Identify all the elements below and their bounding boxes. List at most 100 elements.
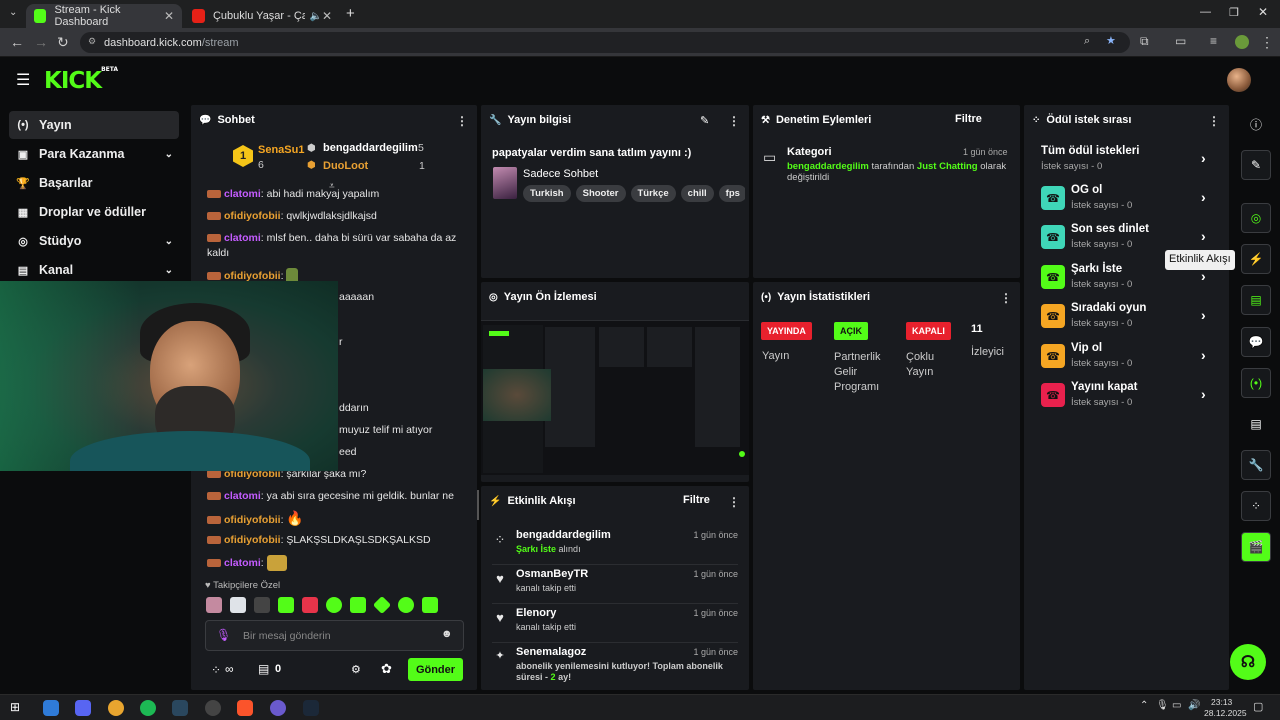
sidebar-item-basarilar[interactable]: 🏆 Başarılar <box>9 169 179 197</box>
broadcast-icon[interactable]: (•) <box>1241 368 1271 398</box>
hamburger-menu-icon[interactable]: ☰ <box>16 70 30 90</box>
file-explorer-icon[interactable] <box>43 700 59 716</box>
reward-queue-menu-icon[interactable]: ⋮ <box>1208 114 1220 128</box>
activity-menu-icon[interactable]: ⋮ <box>728 495 740 509</box>
chat-username[interactable]: ofidiyofobii <box>224 514 281 526</box>
reward-item-yayini-kapat[interactable]: ☎ Yayını kapat İstek sayısı - 0 › <box>1041 381 1221 417</box>
sidebar-item-para-kazanma[interactable]: ▣ Para Kazanma ⌄ <box>9 140 179 168</box>
app-icon[interactable] <box>270 700 286 716</box>
close-tab-icon[interactable]: ✕ <box>164 9 174 23</box>
send-button[interactable]: Gönder <box>408 658 463 681</box>
emote-3-icon[interactable] <box>254 597 270 613</box>
moderation-filter-button[interactable]: Filtre <box>955 113 982 125</box>
obs-icon[interactable] <box>205 700 221 716</box>
moderation-actor[interactable]: bengaddardegilim <box>787 161 869 172</box>
new-tab-icon[interactable]: + <box>346 5 355 22</box>
chat-input[interactable]: 🎙 Bir mesaj gönderin ☻ <box>205 620 464 651</box>
chat-settings-icon[interactable]: ⚙ <box>351 663 361 676</box>
chat-username[interactable]: ofidiyofobii <box>224 210 281 222</box>
reward-item-all[interactable]: Tüm ödül istekleri İstek sayısı - 0 › <box>1041 145 1221 181</box>
address-bar[interactable]: ⚙ dashboard.kick.com/stream ⌕ ★ <box>80 32 1130 53</box>
tab-list-icon[interactable]: ⌄ <box>9 7 17 18</box>
chat-username[interactable]: ofidiyofobii <box>224 270 281 282</box>
minimize-icon[interactable]: — <box>1200 6 1211 18</box>
sidebar-item-droplar[interactable]: ▦ Droplar ve ödüller <box>9 198 179 226</box>
close-tab-icon[interactable]: ✕ <box>322 9 332 23</box>
emoji-picker-icon[interactable]: ☻ <box>441 628 453 640</box>
emote-9-icon[interactable] <box>398 597 414 613</box>
forward-icon[interactable]: → <box>34 34 48 50</box>
event-user[interactable]: OsmanBeyTR <box>516 568 588 580</box>
network-icon[interactable]: ▭ <box>1172 700 1181 711</box>
preview-eye-icon[interactable]: ◎ <box>1241 203 1271 233</box>
event-user[interactable]: Elenory <box>516 607 556 619</box>
spotify-icon[interactable] <box>140 700 156 716</box>
reload-icon[interactable]: ↻ <box>57 34 69 51</box>
chat-username[interactable]: clatomi <box>224 557 261 569</box>
user-avatar[interactable] <box>1227 68 1251 92</box>
chat-username[interactable]: clatomi <box>224 490 261 502</box>
lightning-icon[interactable]: ⚡ <box>1241 244 1271 274</box>
extensions-icon[interactable]: ⧉ <box>1140 34 1149 49</box>
edit-icon[interactable]: ✎ <box>700 114 709 127</box>
stats-menu-icon[interactable]: ⋮ <box>1000 291 1012 305</box>
emote-5-icon[interactable] <box>302 597 318 613</box>
tab-youtube[interactable]: Çubuklu Yaşar - Çam Diktin 🔈 ✕ <box>184 4 340 28</box>
window-close-icon[interactable]: ✕ <box>1258 5 1268 19</box>
leader-first-name[interactable]: SenaSu1 <box>258 144 304 156</box>
cast-icon[interactable]: ▭ <box>1175 34 1186 48</box>
activity-filter-button[interactable]: Filtre <box>683 494 710 506</box>
emote-2-icon[interactable] <box>230 597 246 613</box>
discord-icon[interactable] <box>75 700 91 716</box>
clock-date[interactable]: 28.12.2025 <box>1204 708 1247 718</box>
tab-kick-dashboard[interactable]: Stream - Kick Dashboard ✕ <box>26 4 182 28</box>
bookmark-star-icon[interactable]: ★ <box>1106 34 1116 47</box>
chat-username[interactable]: clatomi <box>224 188 261 200</box>
emote-10-icon[interactable] <box>422 597 438 613</box>
notifications-icon[interactable]: ▢ <box>1253 700 1263 713</box>
back-icon[interactable]: ← <box>10 34 24 50</box>
clapperboard-icon[interactable]: 🎬 <box>1241 532 1271 562</box>
event-user[interactable]: Senemalagoz <box>516 646 586 658</box>
emote-1-icon[interactable] <box>206 597 222 613</box>
speaker-icon[interactable]: 🔈 <box>309 11 321 22</box>
wrench-icon[interactable]: 🔧 <box>1241 450 1271 480</box>
support-headset-icon[interactable]: ☊ <box>1230 644 1266 680</box>
reward-item-siradaki-oyun[interactable]: ☎ Sıradaki oyun İstek sayısı - 0 › <box>1041 302 1221 338</box>
document-icon[interactable]: ▤ <box>1241 285 1271 315</box>
info-icon[interactable]: ⓘ <box>1241 109 1271 139</box>
browser-menu-icon[interactable]: ⋮ <box>1260 34 1274 51</box>
volume-icon[interactable]: 🔊 <box>1188 700 1200 711</box>
category-name[interactable]: Sadece Sohbet <box>523 168 598 180</box>
steam-2-icon[interactable] <box>303 700 319 716</box>
sidebar-item-yayin[interactable]: (•) Yayın <box>9 111 179 139</box>
reward-icon[interactable]: ⁘ <box>1241 491 1271 521</box>
clock-time[interactable]: 23:13 <box>1211 697 1232 707</box>
chat-bubble-icon[interactable]: 💬 <box>1241 327 1271 357</box>
zoom-icon[interactable]: ⌕ <box>1084 35 1090 48</box>
emote-8-icon[interactable] <box>372 595 392 615</box>
kick-logo[interactable]: KICKBETA <box>44 66 118 94</box>
leader-third-name[interactable]: DuoLoot <box>323 160 368 172</box>
maximize-icon[interactable]: ❐ <box>1229 6 1239 19</box>
windows-start-icon[interactable]: ⊞ <box>10 700 20 714</box>
emote-7-icon[interactable] <box>350 597 366 613</box>
tray-chevron-icon[interactable]: ⌃ <box>1140 700 1148 711</box>
profile-icon[interactable] <box>1235 35 1249 49</box>
chat-scrollbar[interactable] <box>477 490 479 520</box>
sidebar-item-kanal[interactable]: ▤ Kanal ⌄ <box>9 256 179 284</box>
event-user[interactable]: bengaddardegilim <box>516 529 611 541</box>
sidebar-item-studyo[interactable]: ◎ Stüdyo ⌄ <box>9 227 179 255</box>
emote-4-icon[interactable] <box>278 597 294 613</box>
chest-icon[interactable]: ▤ <box>1241 409 1271 439</box>
chrome-icon[interactable] <box>108 700 124 716</box>
chat-username[interactable]: clatomi <box>224 232 261 244</box>
stream-info-menu-icon[interactable]: ⋮ <box>728 114 740 128</box>
rewards-icon[interactable]: ✿ <box>381 661 392 677</box>
site-info-icon[interactable]: ⚙ <box>88 36 96 47</box>
reward-item-og-ol[interactable]: ☎ OG ol İstek sayısı - 0 › <box>1041 184 1221 220</box>
chat-menu-icon[interactable]: ⋮ <box>456 114 468 128</box>
emote-6-icon[interactable] <box>326 597 342 613</box>
edit-pencil-icon[interactable]: ✎ <box>1241 150 1271 180</box>
stream-preview-video[interactable] <box>481 320 749 475</box>
